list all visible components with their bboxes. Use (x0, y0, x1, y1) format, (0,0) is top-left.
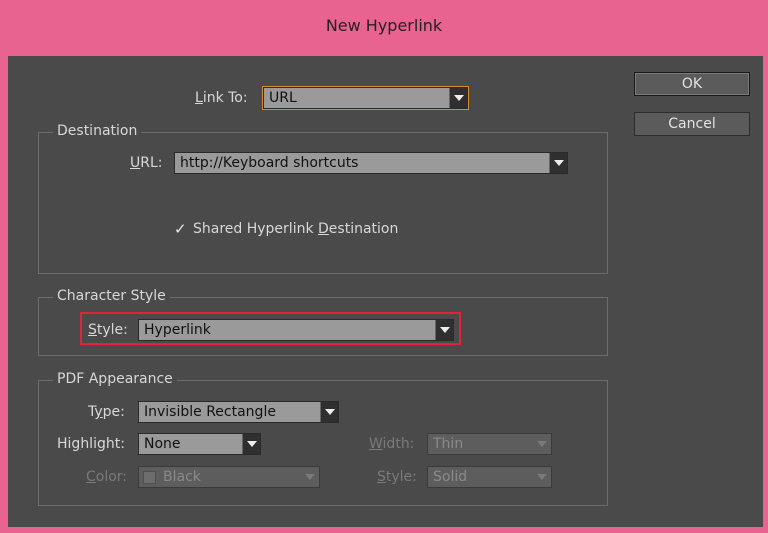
color-value: Black (163, 469, 201, 485)
cancel-button[interactable]: Cancel (634, 112, 750, 136)
ok-button[interactable]: OK (634, 72, 750, 96)
highlight-label: Highlight: (57, 436, 125, 452)
type-dropdown[interactable]: Invisible Rectangle (138, 401, 339, 423)
shared-destination-label[interactable]: Shared Hyperlink Destination (193, 221, 398, 237)
url-label: URL: (130, 155, 163, 171)
width-value: Thin (433, 436, 464, 452)
chevron-down-icon (549, 153, 567, 173)
color-dropdown[interactable]: Black (138, 466, 320, 488)
chevron-down-icon (533, 434, 551, 454)
link-to-value: URL (269, 90, 297, 106)
url-value: http://Keyboard shortcuts (180, 155, 359, 171)
chevron-down-icon (320, 402, 338, 422)
character-style-dropdown[interactable]: Hyperlink (138, 319, 454, 341)
pdf-style-label: Style: (377, 469, 417, 485)
dialog-body: Link To: URL OK Cancel Destination URL: … (8, 56, 763, 527)
url-combobox[interactable]: http://Keyboard shortcuts (174, 152, 568, 174)
chevron-down-icon (242, 434, 260, 454)
highlight-value: None (144, 436, 181, 452)
link-to-dropdown[interactable]: URL (263, 87, 468, 109)
chevron-down-icon (533, 467, 551, 487)
color-swatch (143, 471, 156, 484)
width-dropdown[interactable]: Thin (427, 433, 552, 455)
pdf-style-value: Solid (433, 469, 468, 485)
character-style-label: Style: (88, 322, 128, 338)
pdf-appearance-group-title: PDF Appearance (53, 371, 177, 387)
type-value: Invisible Rectangle (144, 404, 276, 420)
chevron-down-icon (301, 467, 319, 487)
shared-destination-checkbox[interactable]: ✓ (174, 222, 188, 237)
dialog-title: New Hyperlink (325, 16, 443, 35)
highlight-dropdown[interactable]: None (138, 433, 261, 455)
character-style-value: Hyperlink (144, 322, 211, 338)
title-bar[interactable]: New Hyperlink (0, 0, 768, 56)
destination-group-title: Destination (53, 123, 142, 139)
dialog-window: New Hyperlink Link To: URL OK Cancel Des… (0, 0, 768, 533)
character-style-group-title: Character Style (53, 288, 170, 304)
pdf-style-dropdown[interactable]: Solid (427, 466, 552, 488)
chevron-down-icon (435, 320, 453, 340)
width-label: Width: (369, 436, 415, 452)
link-to-label: Link To: (195, 90, 248, 106)
chevron-down-icon (449, 88, 467, 108)
type-label: Type: (88, 404, 125, 420)
color-label: Color: (86, 469, 128, 485)
